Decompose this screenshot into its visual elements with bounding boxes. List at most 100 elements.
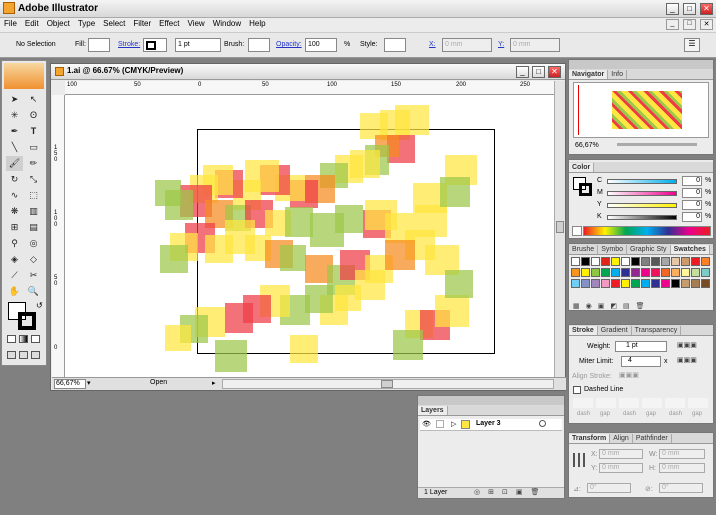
opacity-field[interactable]: 100 <box>305 38 337 52</box>
color-swatch[interactable] <box>601 257 610 266</box>
menu-select[interactable]: Select <box>99 18 129 29</box>
color-swatch[interactable] <box>681 257 690 266</box>
layer-row[interactable]: 👁 ▷ Layer 3 <box>420 419 562 431</box>
document-close-button[interactable]: ✕ <box>548 66 561 78</box>
yellow-slider[interactable] <box>607 203 677 208</box>
symbol-sprayer-tool-icon[interactable]: ❋ <box>6 204 23 219</box>
vertical-scrollbar[interactable] <box>554 81 565 377</box>
pen-tool-icon[interactable]: ✒ <box>6 124 23 139</box>
pencil-tool-icon[interactable]: ✏ <box>25 156 42 171</box>
x-label[interactable]: X: <box>429 41 436 48</box>
color-swatch[interactable] <box>681 268 690 277</box>
color-swatch[interactable] <box>691 279 700 288</box>
color-swatch[interactable] <box>641 257 650 266</box>
stroke-swatch[interactable] <box>143 38 167 52</box>
color-swatch[interactable] <box>651 257 660 266</box>
yellow-field[interactable]: 0 <box>682 200 702 210</box>
rotate-field[interactable]: 0° <box>587 483 631 493</box>
slice-tool-icon[interactable]: ⟋ <box>6 268 23 283</box>
art-square[interactable] <box>440 177 470 207</box>
magic-wand-tool-icon[interactable]: ✳ <box>6 108 23 123</box>
color-swatch[interactable] <box>581 257 590 266</box>
color-swatch[interactable] <box>691 257 700 266</box>
color-swatch[interactable] <box>591 268 600 277</box>
graph-tool-icon[interactable]: ▥ <box>25 204 42 219</box>
art-square[interactable] <box>445 270 473 298</box>
doc-restore-button[interactable]: □ <box>683 19 696 30</box>
zoom-dropdown-icon[interactable]: ▾ <box>87 379 96 389</box>
color-swatch[interactable] <box>671 257 680 266</box>
swap-colors-icon[interactable]: ↺ <box>36 301 43 310</box>
vertical-scroll-thumb[interactable] <box>556 221 564 233</box>
layer-name[interactable]: Layer 3 <box>476 420 501 427</box>
color-swatch[interactable] <box>651 279 660 288</box>
tab-transform[interactable]: Transform <box>569 434 611 443</box>
color-mode-icon[interactable] <box>7 335 16 343</box>
menu-effect[interactable]: Effect <box>155 18 183 29</box>
color-swatch[interactable] <box>621 257 630 266</box>
tab-swatches[interactable]: Swatches <box>670 245 710 254</box>
none-mode-icon[interactable] <box>31 335 40 343</box>
color-stroke-box[interactable] <box>579 183 592 196</box>
gradient-mode-icon[interactable] <box>19 335 28 343</box>
navigator-zoom-slider[interactable] <box>617 143 697 146</box>
warp-tool-icon[interactable]: ∿ <box>6 188 23 203</box>
zoom-tool-icon[interactable]: 🔍 <box>25 284 42 299</box>
w-field[interactable]: 0 mm <box>659 449 705 459</box>
color-swatch[interactable] <box>671 279 680 288</box>
stroke-label[interactable]: Stroke: <box>118 41 140 48</box>
color-swatch[interactable] <box>621 279 630 288</box>
color-swatch[interactable] <box>681 279 690 288</box>
scissors-tool-icon[interactable]: ✂ <box>25 268 42 283</box>
stroke-weight-field[interactable]: 1 pt <box>175 38 221 52</box>
color-swatch[interactable] <box>591 279 600 288</box>
color-swatch[interactable] <box>631 268 640 277</box>
free-transform-tool-icon[interactable]: ⬚ <box>25 188 42 203</box>
target-icon[interactable] <box>539 420 546 427</box>
color-swatch[interactable] <box>601 279 610 288</box>
cap-buttons[interactable]: ▣▣▣ <box>677 341 711 352</box>
dash-gap-fields[interactable] <box>573 398 711 408</box>
art-square[interactable] <box>285 207 313 237</box>
color-swatch[interactable] <box>661 257 670 266</box>
type-tool-icon[interactable]: T <box>25 124 42 139</box>
paintbrush-tool-icon[interactable]: 🖌 <box>6 156 23 171</box>
tab-pathfinder[interactable]: Pathfinder <box>633 434 672 443</box>
live-paint-tool-icon[interactable]: ◈ <box>6 252 23 267</box>
mesh-tool-icon[interactable]: ⊞ <box>6 220 23 235</box>
rotate-tool-icon[interactable]: ↻ <box>6 172 23 187</box>
shear-field[interactable]: 0° <box>659 483 703 493</box>
color-spectrum[interactable] <box>583 226 711 236</box>
blend-tool-icon[interactable]: ◎ <box>25 236 42 251</box>
cyan-field[interactable]: 0 <box>682 176 702 186</box>
join-buttons[interactable]: ▣▣▣ <box>677 356 711 367</box>
canvas[interactable] <box>65 95 554 377</box>
x-field[interactable]: 0 mm <box>599 449 643 459</box>
align-stroke-buttons[interactable]: ▣▣▣ <box>619 371 639 379</box>
document-maximize-button[interactable]: □ <box>532 66 545 78</box>
color-swatch[interactable] <box>611 257 620 266</box>
art-square[interactable] <box>393 330 423 360</box>
art-square[interactable] <box>155 180 181 206</box>
color-swatch[interactable] <box>661 279 670 288</box>
full-screen-menu-mode-icon[interactable] <box>19 351 28 359</box>
weight-field[interactable]: 1 pt <box>615 341 667 352</box>
tab-layers[interactable]: Layers <box>418 406 448 415</box>
menu-object[interactable]: Object <box>43 18 74 29</box>
expand-triangle-icon[interactable]: ▷ <box>451 420 456 428</box>
cyan-slider[interactable] <box>607 179 677 184</box>
color-swatch[interactable] <box>581 268 590 277</box>
full-screen-mode-icon[interactable] <box>31 351 40 359</box>
minimize-button[interactable]: _ <box>666 3 679 15</box>
menu-type[interactable]: Type <box>74 18 99 29</box>
direct-selection-tool-icon[interactable]: ↖ <box>25 92 42 107</box>
tab-info[interactable]: Info <box>608 70 627 79</box>
dashed-line-checkbox[interactable] <box>573 386 581 394</box>
magenta-slider[interactable] <box>607 191 677 196</box>
eyedropper-tool-icon[interactable]: ⚲ <box>6 236 23 251</box>
color-swatch[interactable] <box>651 268 660 277</box>
tab-transparency[interactable]: Transparency <box>632 326 682 335</box>
selection-tool-icon[interactable]: ➤ <box>6 92 23 107</box>
close-button[interactable]: ✕ <box>700 3 713 15</box>
menu-edit[interactable]: Edit <box>21 18 43 29</box>
